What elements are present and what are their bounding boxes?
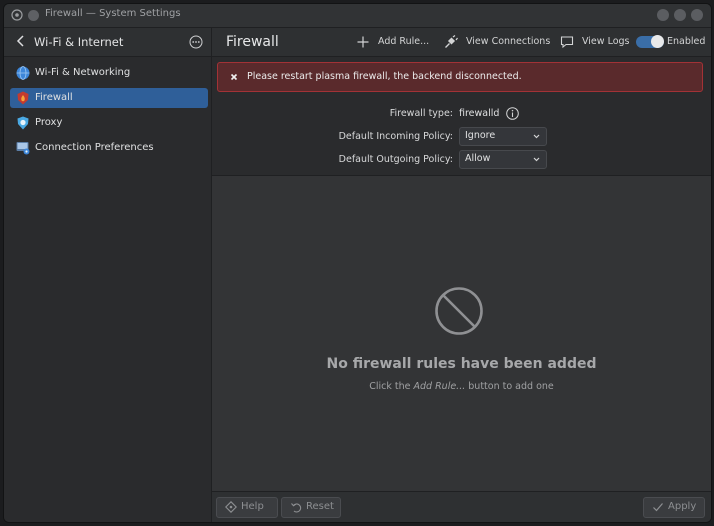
pin-button[interactable] (28, 10, 39, 21)
sidebar-item-label: Proxy (35, 117, 63, 128)
help-icon (225, 501, 237, 513)
apply-label: Apply (668, 501, 697, 512)
footer-bar: Help Reset Apply (212, 491, 711, 522)
firewall-icon (17, 91, 29, 105)
sidebar-item-wifi-networking[interactable]: Wi-Fi & Networking (10, 63, 208, 83)
close-button[interactable] (691, 9, 703, 21)
system-settings-window: Firewall — System Settings Wi-Fi & Inter… (3, 3, 712, 523)
page-title: Firewall (226, 34, 279, 50)
view-logs-button[interactable]: View Logs (560, 35, 630, 49)
settings-app-icon (11, 9, 23, 21)
view-connections-button[interactable]: View Connections (444, 35, 550, 49)
no-entry-icon (435, 287, 483, 335)
sidebar-header: Wi-Fi & Internet (4, 28, 212, 57)
sidebar: Wi-Fi & Networking Firewall Proxy Connec… (4, 57, 212, 522)
back-arrow-icon[interactable] (14, 34, 28, 48)
title-bar: Firewall — System Settings (4, 4, 711, 28)
empty-sub-prefix: Click the (369, 381, 414, 392)
outgoing-policy-select[interactable]: Allow (459, 150, 547, 169)
chevron-down-icon (533, 157, 540, 162)
window-title: Firewall — System Settings (45, 8, 181, 19)
enabled-toggle[interactable] (636, 35, 664, 48)
checkmark-icon (653, 503, 663, 512)
enabled-label: Enabled (667, 36, 706, 47)
chat-bubble-icon (560, 36, 574, 49)
chevron-down-icon (533, 134, 540, 139)
view-logs-label: View Logs (582, 36, 630, 47)
help-button[interactable]: Help (216, 497, 278, 518)
empty-state-title: No firewall rules have been added (326, 356, 597, 372)
view-connections-label: View Connections (466, 36, 551, 47)
empty-sub-emphasis: Add Rule... (413, 381, 466, 392)
outgoing-policy-label: Default Outgoing Policy: (338, 154, 453, 165)
main-header: Firewall Add Rule... View Connections Vi… (212, 28, 711, 57)
reset-button[interactable]: Reset (281, 497, 341, 518)
info-icon[interactable] (506, 107, 519, 120)
incoming-policy-label: Default Incoming Policy: (338, 131, 453, 142)
firewall-type-label: Firewall type: (389, 108, 453, 119)
outgoing-policy-value: Allow (465, 153, 491, 164)
globe-icon (16, 66, 30, 80)
add-rule-button[interactable]: Add Rule... (356, 35, 431, 49)
help-label: Help (241, 501, 264, 512)
sidebar-item-proxy[interactable]: Proxy (10, 113, 208, 133)
error-message: Please restart plasma firewall, the back… (247, 71, 522, 82)
apply-button[interactable]: Apply (643, 497, 705, 518)
connection-preferences-icon (16, 142, 30, 155)
sidebar-item-connection-preferences[interactable]: Connection Preferences (10, 138, 208, 158)
sidebar-header-title: Wi-Fi & Internet (34, 35, 124, 49)
undo-icon (291, 503, 302, 513)
sidebar-item-label: Wi-Fi & Networking (35, 67, 131, 78)
plug-icon (445, 35, 458, 48)
firewall-type-value: firewalld (459, 108, 500, 119)
sidebar-item-label: Connection Preferences (35, 142, 154, 153)
empty-state-subtitle: Click the Add Rule... button to add one (212, 381, 711, 392)
proxy-icon (17, 116, 29, 130)
sidebar-item-firewall[interactable]: Firewall (10, 88, 208, 108)
error-banner: Please restart plasma firewall, the back… (217, 62, 703, 92)
more-options-icon[interactable] (189, 35, 203, 49)
error-x-icon (230, 73, 238, 81)
incoming-policy-value: Ignore (465, 130, 496, 141)
incoming-policy-select[interactable]: Ignore (459, 127, 547, 146)
toggle-knob (651, 35, 664, 48)
minimize-button[interactable] (657, 9, 669, 21)
sidebar-item-label: Firewall (35, 92, 73, 103)
reset-label: Reset (306, 501, 334, 512)
rules-list: No firewall rules have been added Click … (212, 175, 711, 492)
maximize-button[interactable] (674, 9, 686, 21)
empty-sub-suffix: button to add one (465, 381, 554, 392)
add-rule-label: Add Rule... (378, 36, 430, 47)
plus-icon (357, 36, 369, 48)
